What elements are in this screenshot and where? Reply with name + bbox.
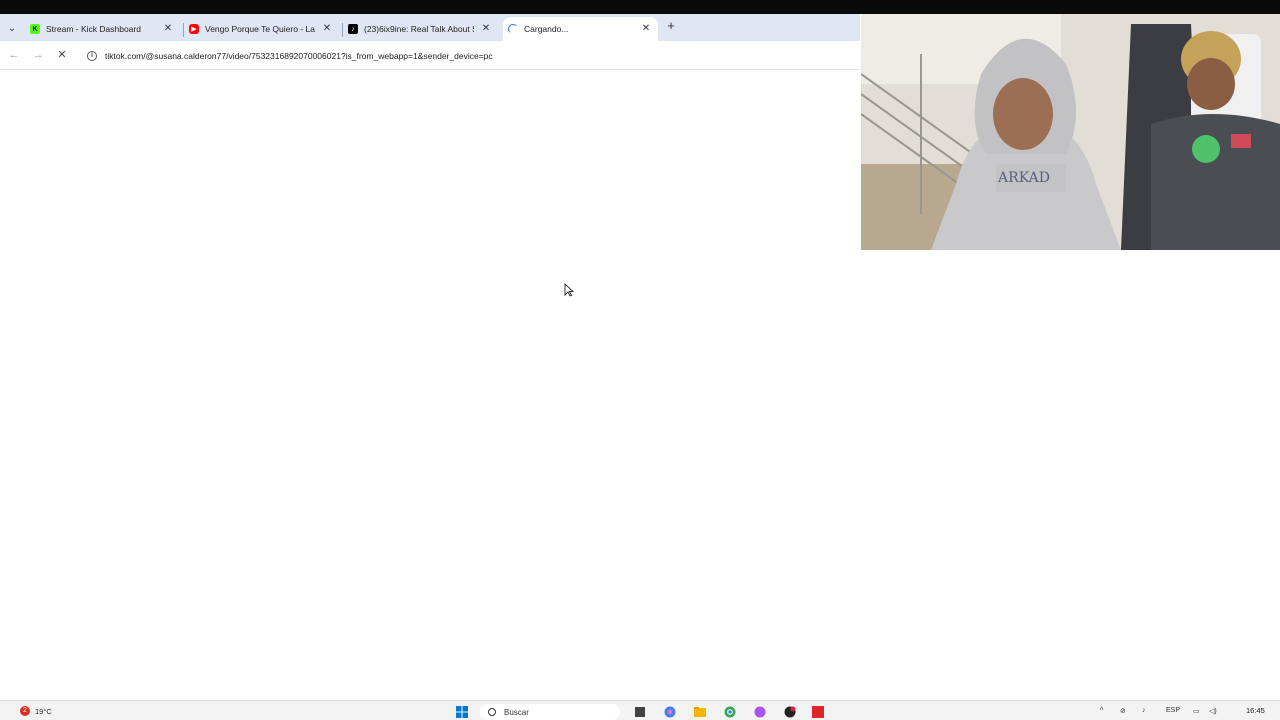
microphone-icon[interactable]: ♪	[1142, 707, 1146, 714]
tab-divider	[183, 23, 184, 37]
tab-search-icon[interactable]: ⌄	[4, 20, 20, 36]
tab-title: Vengo Porque Te Quiero - La Bl	[205, 24, 315, 34]
tiktok-icon: ♪	[348, 24, 358, 34]
tab-loading[interactable]: Cargando... ✕	[503, 17, 658, 41]
tab-title: Stream - Kick Dashboard	[46, 24, 141, 34]
back-arrow-icon[interactable]: ←	[7, 48, 21, 62]
browser-toolbar: ← → ✕ i tiktok.com/@susana.calderon77/vi…	[0, 41, 860, 70]
search-placeholder: Buscar	[504, 707, 529, 717]
youtube-icon: ▶	[189, 24, 199, 34]
taskbar-search[interactable]: Buscar	[480, 704, 620, 720]
screen-top-bar	[0, 0, 1280, 14]
new-tab-plus-icon[interactable]: +	[664, 19, 678, 33]
network-icon[interactable]: ⊘	[1120, 707, 1126, 715]
loading-spinner-icon	[508, 24, 518, 34]
close-tab-icon[interactable]: ✕	[640, 23, 652, 35]
webcam-scene-image: ARKAD	[861, 14, 1280, 250]
wifi-icon[interactable]: ▭	[1193, 707, 1200, 715]
weather-widget[interactable]: 2 19°C	[20, 706, 52, 716]
tab-kick-dashboard[interactable]: K Stream - Kick Dashboard ✕	[30, 17, 180, 41]
kick-icon: K	[30, 24, 40, 34]
close-tab-icon[interactable]: ✕	[162, 23, 174, 35]
chrome-icon[interactable]	[723, 706, 737, 718]
language-indicator[interactable]: ESP	[1166, 707, 1180, 714]
close-tab-icon[interactable]: ✕	[480, 23, 492, 35]
copilot-icon[interactable]	[663, 706, 677, 718]
url-text: tiktok.com/@susana.calderon77/video/7532…	[105, 50, 493, 61]
stop-loading-icon[interactable]: ✕	[55, 48, 69, 62]
temperature-text: 19°C	[35, 706, 52, 716]
windows-start-icon[interactable]	[455, 706, 469, 718]
task-view-icon[interactable]	[633, 706, 647, 718]
windows-taskbar: 2 19°C Buscar ^ ⊘ ♪ ESP ▭ ◁) 16:45	[0, 700, 1280, 720]
tab-divider	[342, 23, 343, 37]
browser-tabstrip: ⌄ K Stream - Kick Dashboard ✕ ▶ Vengo Po…	[0, 14, 860, 41]
webcam-overlay: ARKAD	[861, 14, 1280, 250]
clock-time[interactable]: 16:45	[1246, 706, 1265, 715]
notification-badge: 2	[20, 706, 30, 716]
messenger-icon[interactable]	[753, 706, 767, 718]
volume-icon[interactable]: ◁)	[1209, 707, 1217, 715]
address-bar[interactable]: i tiktok.com/@susana.calderon77/video/75…	[82, 45, 852, 66]
file-explorer-icon[interactable]	[693, 706, 707, 718]
app-icon[interactable]	[783, 706, 797, 718]
tab-title: (23)6ix9ine: Real Talk About Str	[364, 24, 474, 34]
hoodie-logo-text: ARKAD	[997, 170, 1050, 186]
tab-youtube[interactable]: ▶ Vengo Porque Te Quiero - La Bl ✕	[189, 17, 339, 41]
mouse-cursor-icon	[564, 283, 574, 297]
media-app-icon[interactable]	[811, 706, 825, 718]
close-tab-icon[interactable]: ✕	[321, 23, 333, 35]
tab-tiktok-6ix9ine[interactable]: ♪ (23)6ix9ine: Real Talk About Str ✕	[348, 17, 498, 41]
site-info-icon[interactable]: i	[87, 50, 97, 61]
tab-title: Cargando...	[524, 24, 569, 34]
search-icon	[488, 708, 496, 716]
forward-arrow-icon[interactable]: →	[31, 48, 45, 62]
chevron-up-icon[interactable]: ^	[1100, 707, 1103, 714]
